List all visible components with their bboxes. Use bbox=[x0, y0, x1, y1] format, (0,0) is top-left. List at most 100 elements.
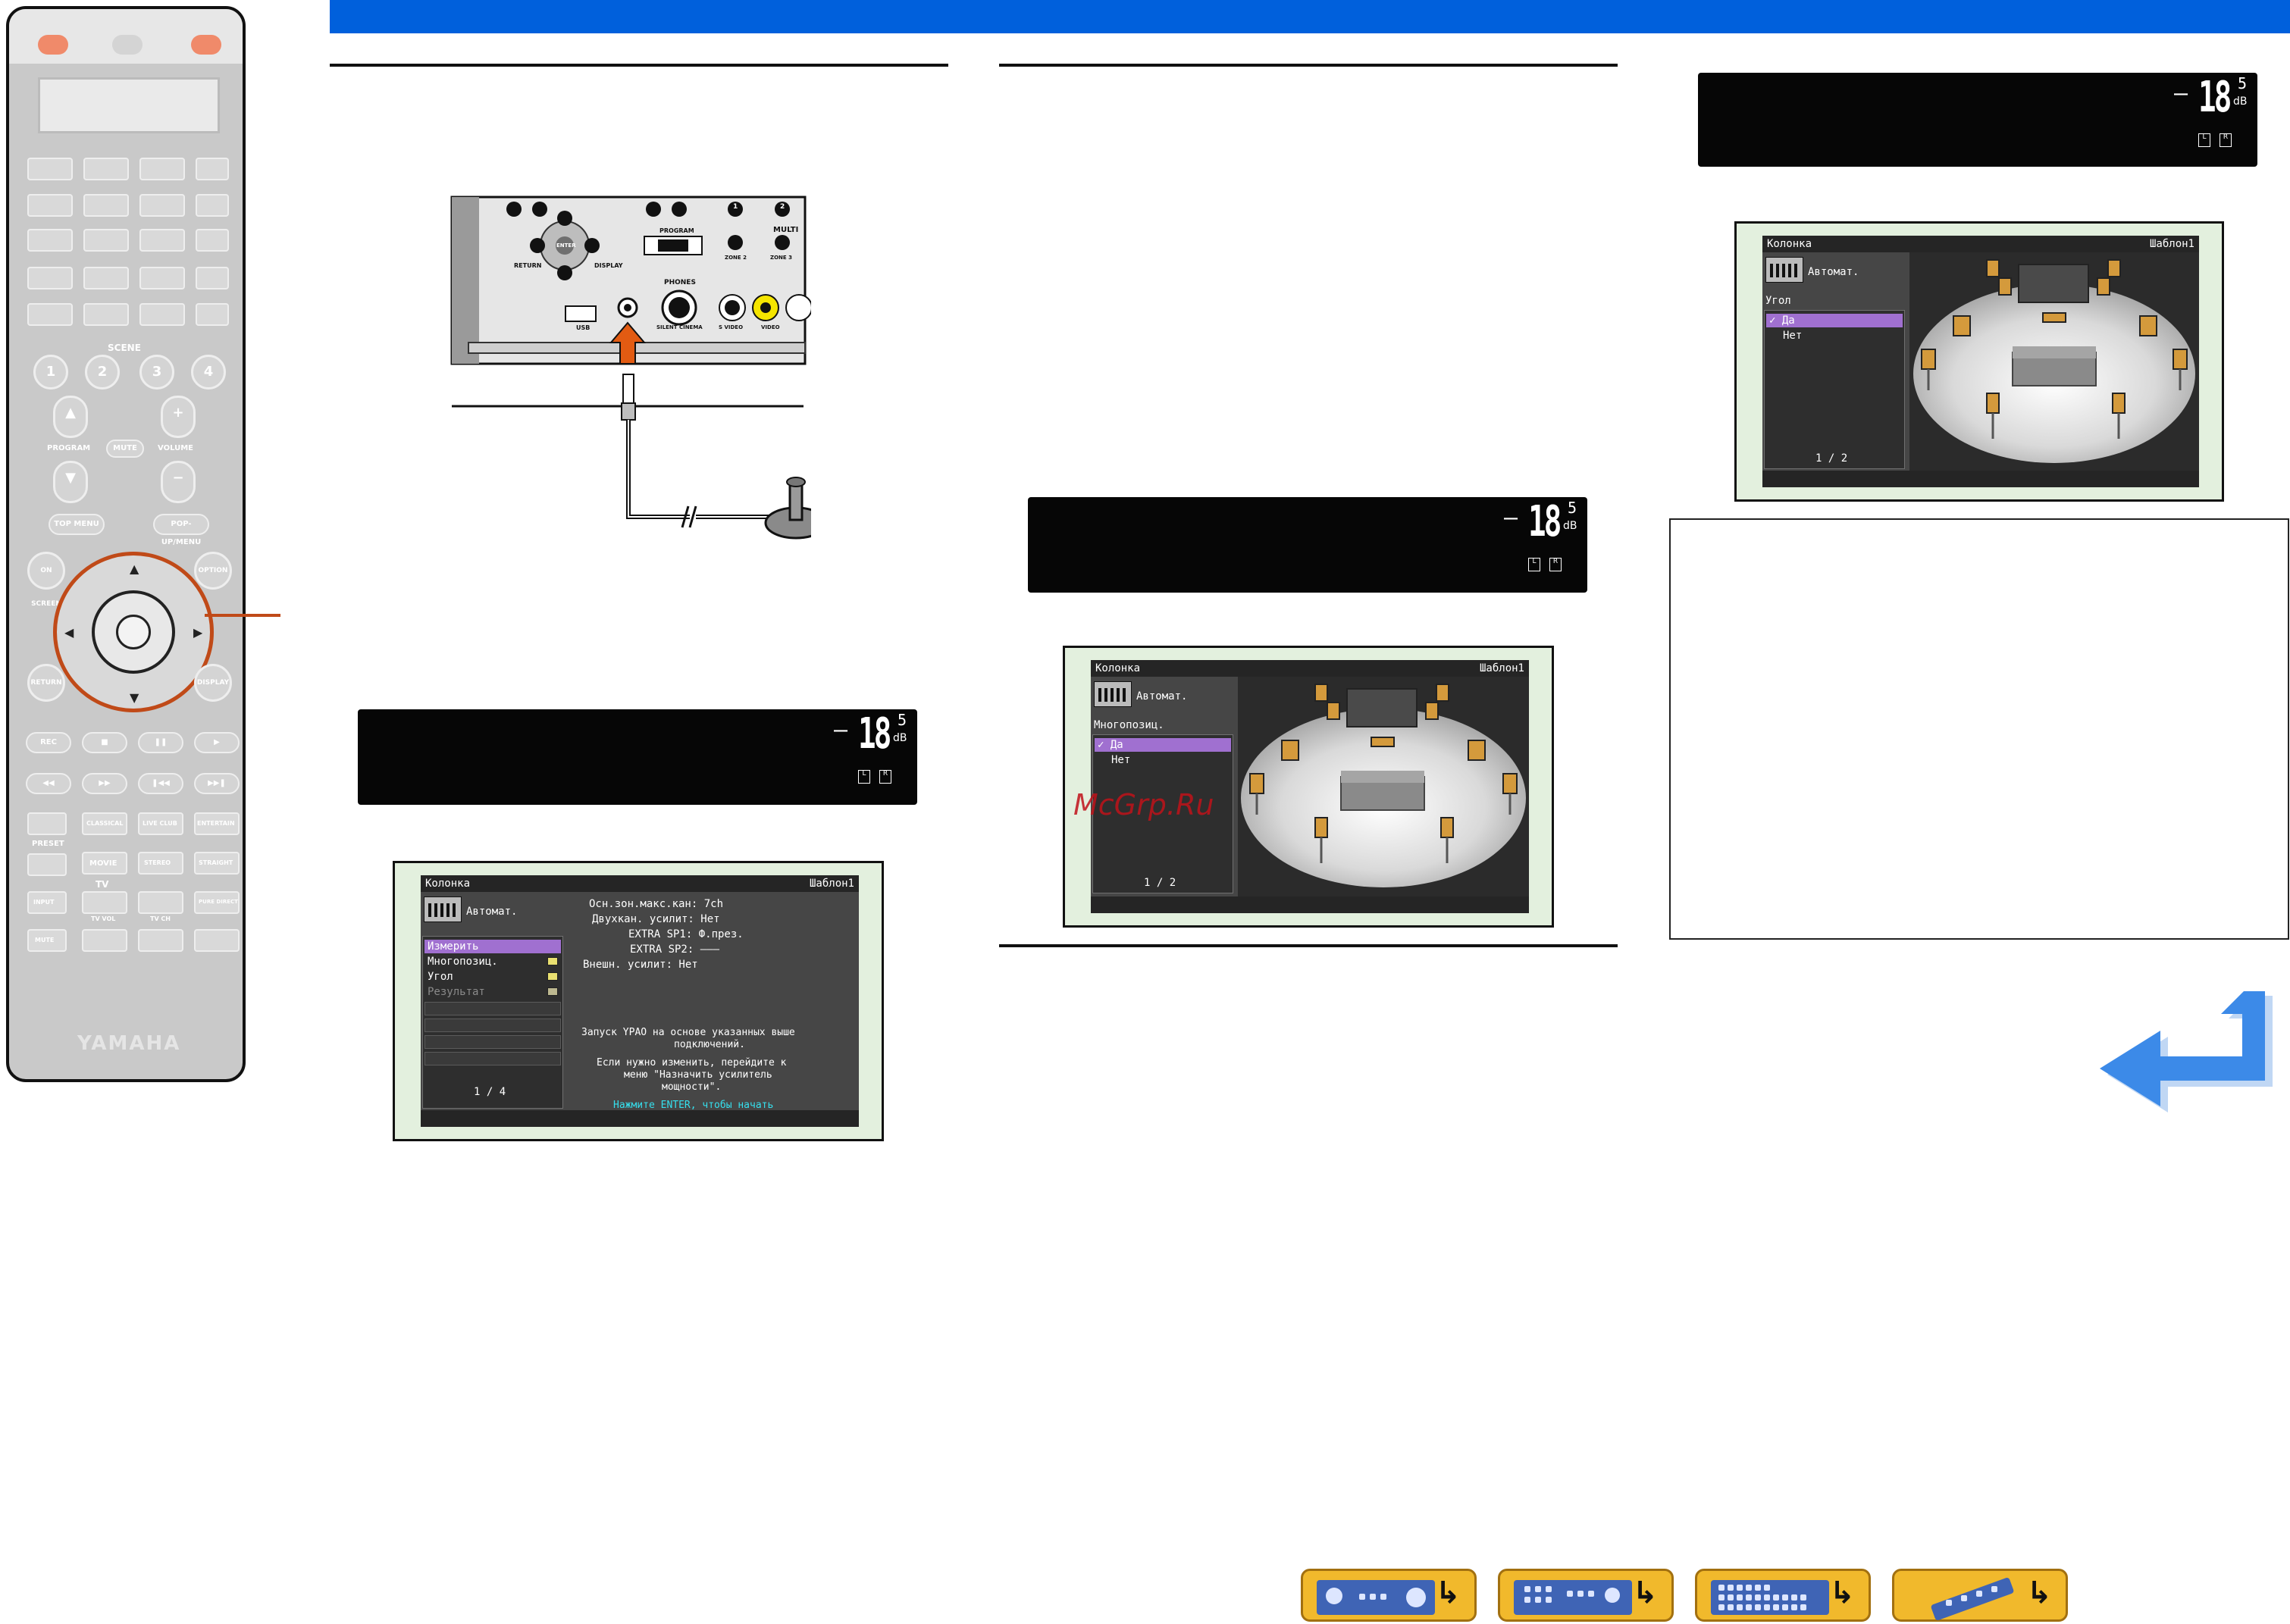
remote-input-button[interactable] bbox=[27, 158, 73, 180]
remote-input-button[interactable] bbox=[139, 229, 185, 252]
menu-item-angle[interactable]: Угол bbox=[424, 970, 561, 984]
scene-button-4[interactable]: 4 bbox=[191, 355, 226, 390]
cursor-up-icon[interactable]: ▲ bbox=[130, 562, 139, 576]
remote-input-button[interactable] bbox=[139, 194, 185, 217]
rewind-button[interactable]: ◀◀ bbox=[26, 773, 71, 794]
remote-input-button[interactable] bbox=[196, 158, 229, 180]
popup-menu-button[interactable]: POP-UP/MENU bbox=[153, 514, 209, 546]
fast-forward-button[interactable]: ▶▶ bbox=[82, 773, 127, 794]
option-yes[interactable]: ✓ Да bbox=[1095, 738, 1231, 752]
option-no[interactable]: Нет bbox=[1766, 329, 1903, 343]
osd-pattern: Шаблон1 bbox=[2149, 238, 2194, 250]
auto-setup-icon bbox=[1094, 681, 1132, 707]
remote-input-button[interactable] bbox=[27, 229, 73, 252]
scene-button-1[interactable]: 1 bbox=[33, 355, 68, 390]
preset-down-button[interactable] bbox=[27, 853, 67, 876]
standby-right-button[interactable] bbox=[191, 35, 221, 55]
remote-input-button[interactable] bbox=[83, 158, 129, 180]
nav-display-button[interactable]: ↳ bbox=[1695, 1569, 1871, 1622]
display-value: 18 bbox=[2198, 73, 2232, 122]
osd-measure-menu: Измерить Многопозиц. Угол Результат bbox=[422, 936, 563, 1109]
stereo-button[interactable]: STEREO bbox=[138, 852, 183, 875]
movie-button[interactable]: MOVIE bbox=[82, 852, 127, 875]
mute-small-button[interactable]: MUTE bbox=[106, 440, 144, 458]
menu-item-empty bbox=[424, 1019, 561, 1032]
straight-button[interactable]: STRAIGHT bbox=[194, 852, 240, 875]
nav-remote-button[interactable]: ↳ bbox=[1892, 1569, 2068, 1622]
speaker-icon bbox=[2173, 349, 2188, 370]
preset-up-button[interactable] bbox=[27, 812, 67, 835]
on-screen-button[interactable]: ON SCREEN bbox=[27, 552, 65, 608]
volume-down-button[interactable]: − bbox=[161, 461, 196, 503]
option-yes[interactable]: ✓ Да bbox=[1766, 314, 1903, 327]
remote-input-button[interactable] bbox=[27, 194, 73, 217]
speaker-icon bbox=[1371, 737, 1395, 747]
entertain-button[interactable]: ENTERTAIN bbox=[194, 812, 240, 835]
tv-label: TV bbox=[96, 879, 109, 890]
tv-mute-button[interactable]: MUTE bbox=[27, 929, 67, 952]
cursor-down-icon[interactable]: ▼ bbox=[130, 690, 139, 705]
remote-input-button[interactable] bbox=[196, 194, 229, 217]
tv-ch-down-button[interactable] bbox=[138, 929, 183, 952]
remote-input-button[interactable] bbox=[27, 303, 73, 326]
scene-label: SCENE bbox=[108, 343, 141, 353]
program-up-button[interactable]: ▲ bbox=[53, 396, 88, 438]
cursor-left-icon[interactable]: ◀ bbox=[64, 625, 74, 640]
remote-input-button[interactable] bbox=[139, 158, 185, 180]
skip-forward-button[interactable]: ▶▶❚ bbox=[194, 773, 240, 794]
scene-button-2[interactable]: 2 bbox=[85, 355, 120, 390]
remote-input-button[interactable] bbox=[196, 229, 229, 252]
option-no[interactable]: Нет bbox=[1095, 753, 1231, 767]
tv-ch-up-button[interactable] bbox=[138, 891, 183, 914]
pure-direct-button[interactable]: PURE DIRECT bbox=[194, 891, 240, 914]
display-button[interactable]: DISPLAY bbox=[194, 664, 232, 702]
rec-button[interactable]: REC bbox=[26, 732, 71, 753]
menu-item-result: Результат bbox=[424, 985, 561, 999]
source-button[interactable] bbox=[112, 35, 143, 55]
remote-input-button[interactable] bbox=[83, 303, 129, 326]
tv-vol-down-button[interactable] bbox=[82, 929, 127, 952]
menu-item-multiposition[interactable]: Многопозиц. bbox=[424, 955, 561, 968]
remote-input-button[interactable] bbox=[83, 194, 129, 217]
return-arrow-icon[interactable] bbox=[2100, 988, 2279, 1125]
cursor-right-icon[interactable]: ▶ bbox=[193, 625, 202, 640]
speaker-layout-illustration bbox=[1241, 684, 1526, 887]
scene-button-3[interactable]: 3 bbox=[139, 355, 174, 390]
classical-button[interactable]: CLASSICAL bbox=[82, 812, 127, 835]
top-menu-button[interactable]: TOP MENU bbox=[49, 514, 105, 535]
return-button[interactable]: RETURN bbox=[27, 664, 65, 702]
pause-button[interactable]: ❚❚ bbox=[138, 732, 183, 753]
display-minus: – bbox=[834, 717, 848, 743]
remote-input-button[interactable] bbox=[83, 229, 129, 252]
remote-input-button[interactable] bbox=[196, 303, 229, 326]
stop-button[interactable]: ■ bbox=[82, 732, 127, 753]
tv-mute-label: MUTE bbox=[35, 937, 55, 943]
menu-item-measure[interactable]: Измерить bbox=[424, 940, 561, 953]
osd-pattern: Шаблон1 bbox=[809, 878, 854, 890]
speaker-layout-area bbox=[1909, 252, 2199, 472]
menu-item-empty bbox=[424, 1052, 561, 1065]
standby-left-button[interactable] bbox=[38, 35, 68, 55]
folder-icon bbox=[547, 957, 558, 965]
nav-front-panel-button[interactable]: ↳ bbox=[1301, 1569, 1477, 1622]
skip-back-button[interactable]: ❚◀◀ bbox=[138, 773, 183, 794]
remote-input-button[interactable] bbox=[27, 267, 73, 289]
play-button[interactable]: ▶ bbox=[194, 732, 240, 753]
enter-button[interactable] bbox=[116, 615, 151, 649]
remote-input-button[interactable] bbox=[139, 303, 185, 326]
nav-rear-panel-button[interactable]: ↳ bbox=[1498, 1569, 1674, 1622]
live-club-button[interactable]: LIVE CLUB bbox=[138, 812, 183, 835]
remote-input-button[interactable] bbox=[139, 267, 185, 289]
osd-multipos-frame: Колонка Шаблон1 Автомат. Многопозиц. ✓ Д… bbox=[1063, 646, 1554, 928]
volume-up-button[interactable]: + bbox=[161, 396, 196, 438]
option-button[interactable]: OPTION bbox=[194, 552, 232, 590]
tv-power-button[interactable] bbox=[194, 929, 240, 952]
remote-input-button[interactable] bbox=[196, 267, 229, 289]
remote-input-button[interactable] bbox=[83, 267, 129, 289]
tv-vol-up-button[interactable] bbox=[82, 891, 127, 914]
program-down-button[interactable]: ▼ bbox=[53, 461, 88, 503]
tv-input-button[interactable]: INPUT bbox=[27, 891, 67, 914]
cursor-pad[interactable]: ▲ ▼ ◀ ▶ bbox=[53, 552, 214, 712]
message-line-2: подключений. bbox=[674, 1039, 745, 1050]
front-display-1: – 18 5 dB L R bbox=[358, 709, 917, 805]
